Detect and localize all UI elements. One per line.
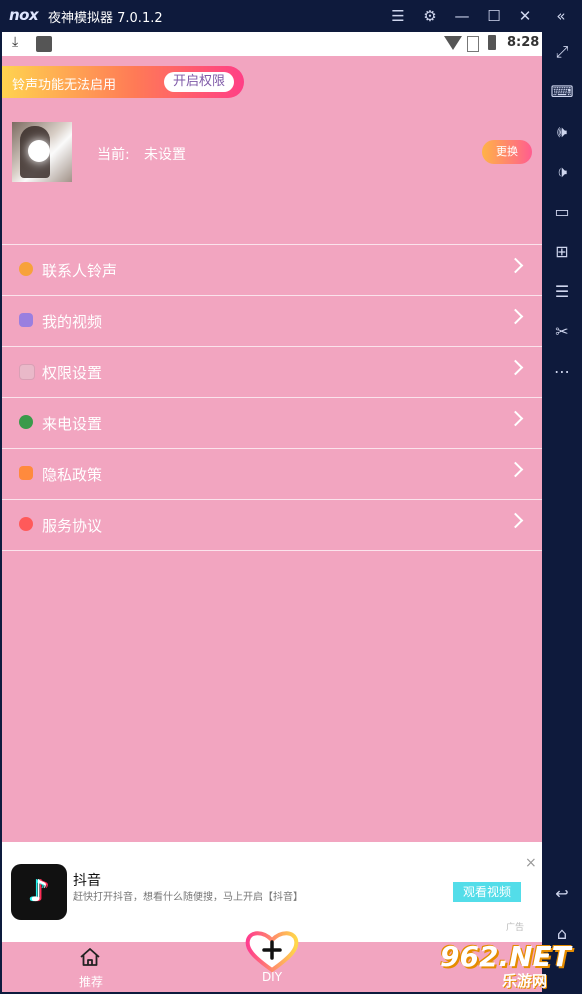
heart-plus-icon	[245, 931, 299, 973]
ringtone-cover-image[interactable]	[12, 122, 72, 182]
watch-video-button[interactable]: 观看视频	[453, 882, 521, 902]
close-icon[interactable]: ✕	[515, 6, 535, 26]
ad-title: 抖音	[73, 873, 101, 889]
no-signal-icon	[467, 36, 479, 52]
home-icon	[80, 948, 100, 966]
watermark-logo-text: 962.NET	[440, 940, 571, 973]
permission-banner: 铃声功能无法启用 开启权限	[2, 66, 244, 98]
enable-permission-button[interactable]: 开启权限	[164, 72, 234, 92]
battery-icon	[488, 35, 496, 50]
status-time: 8:28	[507, 35, 540, 50]
tiktok-icon: ♪	[11, 864, 67, 920]
collapse-icon[interactable]: «	[551, 6, 571, 26]
current-value: 未设置	[144, 147, 186, 163]
ad-close-icon[interactable]: ×	[525, 855, 537, 871]
site-watermark: 962.NET 乐游网	[440, 940, 580, 992]
menu-item-label: 服务协议	[42, 517, 103, 535]
chevron-right-icon	[507, 410, 524, 427]
current-label: 当前:	[97, 147, 130, 163]
emulator-title-bar: nox 夜神模拟器 7.0.1.2 ☰ ⚙ — ☐ ✕ «	[0, 0, 582, 32]
window-title: 夜神模拟器 7.0.1.2	[48, 11, 163, 26]
download-icon: ⤓	[12, 34, 19, 50]
ad-description: 赶快打开抖音，想看什么随便搜，马上开启【抖音】	[73, 892, 303, 903]
nav-diy-label: DIY	[261, 970, 283, 984]
back-icon[interactable]: ↩	[550, 882, 574, 906]
wifi-icon	[444, 36, 462, 50]
menu-item-privacy-policy[interactable]: 隐私政策	[2, 449, 542, 500]
download-video-icon	[19, 313, 33, 327]
more-icon[interactable]: ⋯	[550, 360, 574, 384]
menu-item-label: 我的视频	[42, 313, 103, 331]
nav-recommend[interactable]: 推荐	[68, 944, 114, 990]
lock-icon	[19, 364, 35, 380]
menu-item-label: 权限设置	[42, 364, 103, 382]
menu-item-call-settings[interactable]: 来电设置	[2, 398, 542, 449]
nav-diy[interactable]: DIY	[242, 928, 302, 992]
minimize-icon[interactable]: —	[452, 6, 472, 26]
scissors-icon[interactable]: ✂	[550, 320, 574, 344]
menu-icon[interactable]: ☰	[388, 6, 408, 26]
watermark-sub-text: 乐游网	[502, 972, 548, 990]
notification-square-icon	[36, 36, 52, 52]
nav-recommend-label: 推荐	[78, 975, 103, 989]
emulator-sidebar: ⤢ ⌨ 🕪 🕩 ▭ ⊞ ☰ ✂ ⋯ ↩ ⌂	[542, 32, 582, 994]
contact-ring-icon	[19, 262, 33, 276]
clover-icon	[19, 415, 33, 429]
privacy-icon	[19, 466, 33, 480]
chevron-right-icon	[507, 308, 524, 325]
apk-install-icon[interactable]: ⊞	[550, 240, 574, 264]
keyboard-icon[interactable]: ⌨	[550, 80, 574, 104]
fullscreen-icon[interactable]: ⤢	[550, 40, 574, 64]
android-screen: ⤓ 8:28 铃声功能无法启用 开启权限 当前: 未设置 更换 联系人铃声 我的…	[2, 32, 542, 992]
permission-banner-text: 铃声功能无法启用	[12, 78, 117, 93]
gear-icon[interactable]: ⚙	[420, 6, 440, 26]
volume-down-icon[interactable]: 🕩	[550, 160, 574, 184]
chevron-right-icon	[507, 257, 524, 274]
chevron-right-icon	[507, 461, 524, 478]
menu-item-label: 隐私政策	[42, 466, 103, 484]
ad-mark: 广告	[506, 923, 525, 933]
change-button[interactable]: 更换	[482, 140, 532, 164]
volume-up-icon[interactable]: 🕪	[550, 120, 574, 144]
menu-item-service-agreement[interactable]: 服务协议	[2, 500, 542, 551]
agreement-icon	[19, 517, 33, 531]
nox-logo: nox	[9, 6, 39, 24]
screen-icon[interactable]: ▭	[550, 200, 574, 224]
menu-item-label: 来电设置	[42, 415, 103, 433]
android-status-bar: ⤓ 8:28	[2, 32, 542, 56]
menu-item-contact-ringtone[interactable]: 联系人铃声	[2, 245, 542, 296]
chevron-right-icon	[507, 359, 524, 376]
menu-item-my-videos[interactable]: 我的视频	[2, 296, 542, 347]
menu-item-permission-settings[interactable]: 权限设置	[2, 347, 542, 398]
settings-menu: 联系人铃声 我的视频 权限设置 来电设置 隐私政策 服务协议	[2, 244, 542, 551]
maximize-icon[interactable]: ☐	[484, 6, 504, 26]
menu-item-label: 联系人铃声	[42, 262, 118, 280]
chevron-right-icon	[507, 512, 524, 529]
multi-instance-icon[interactable]: ☰	[550, 280, 574, 304]
ad-banner[interactable]: ♪ 抖音 赶快打开抖音，想看什么随便搜，马上开启【抖音】 观看视频 × 广告	[2, 842, 542, 942]
